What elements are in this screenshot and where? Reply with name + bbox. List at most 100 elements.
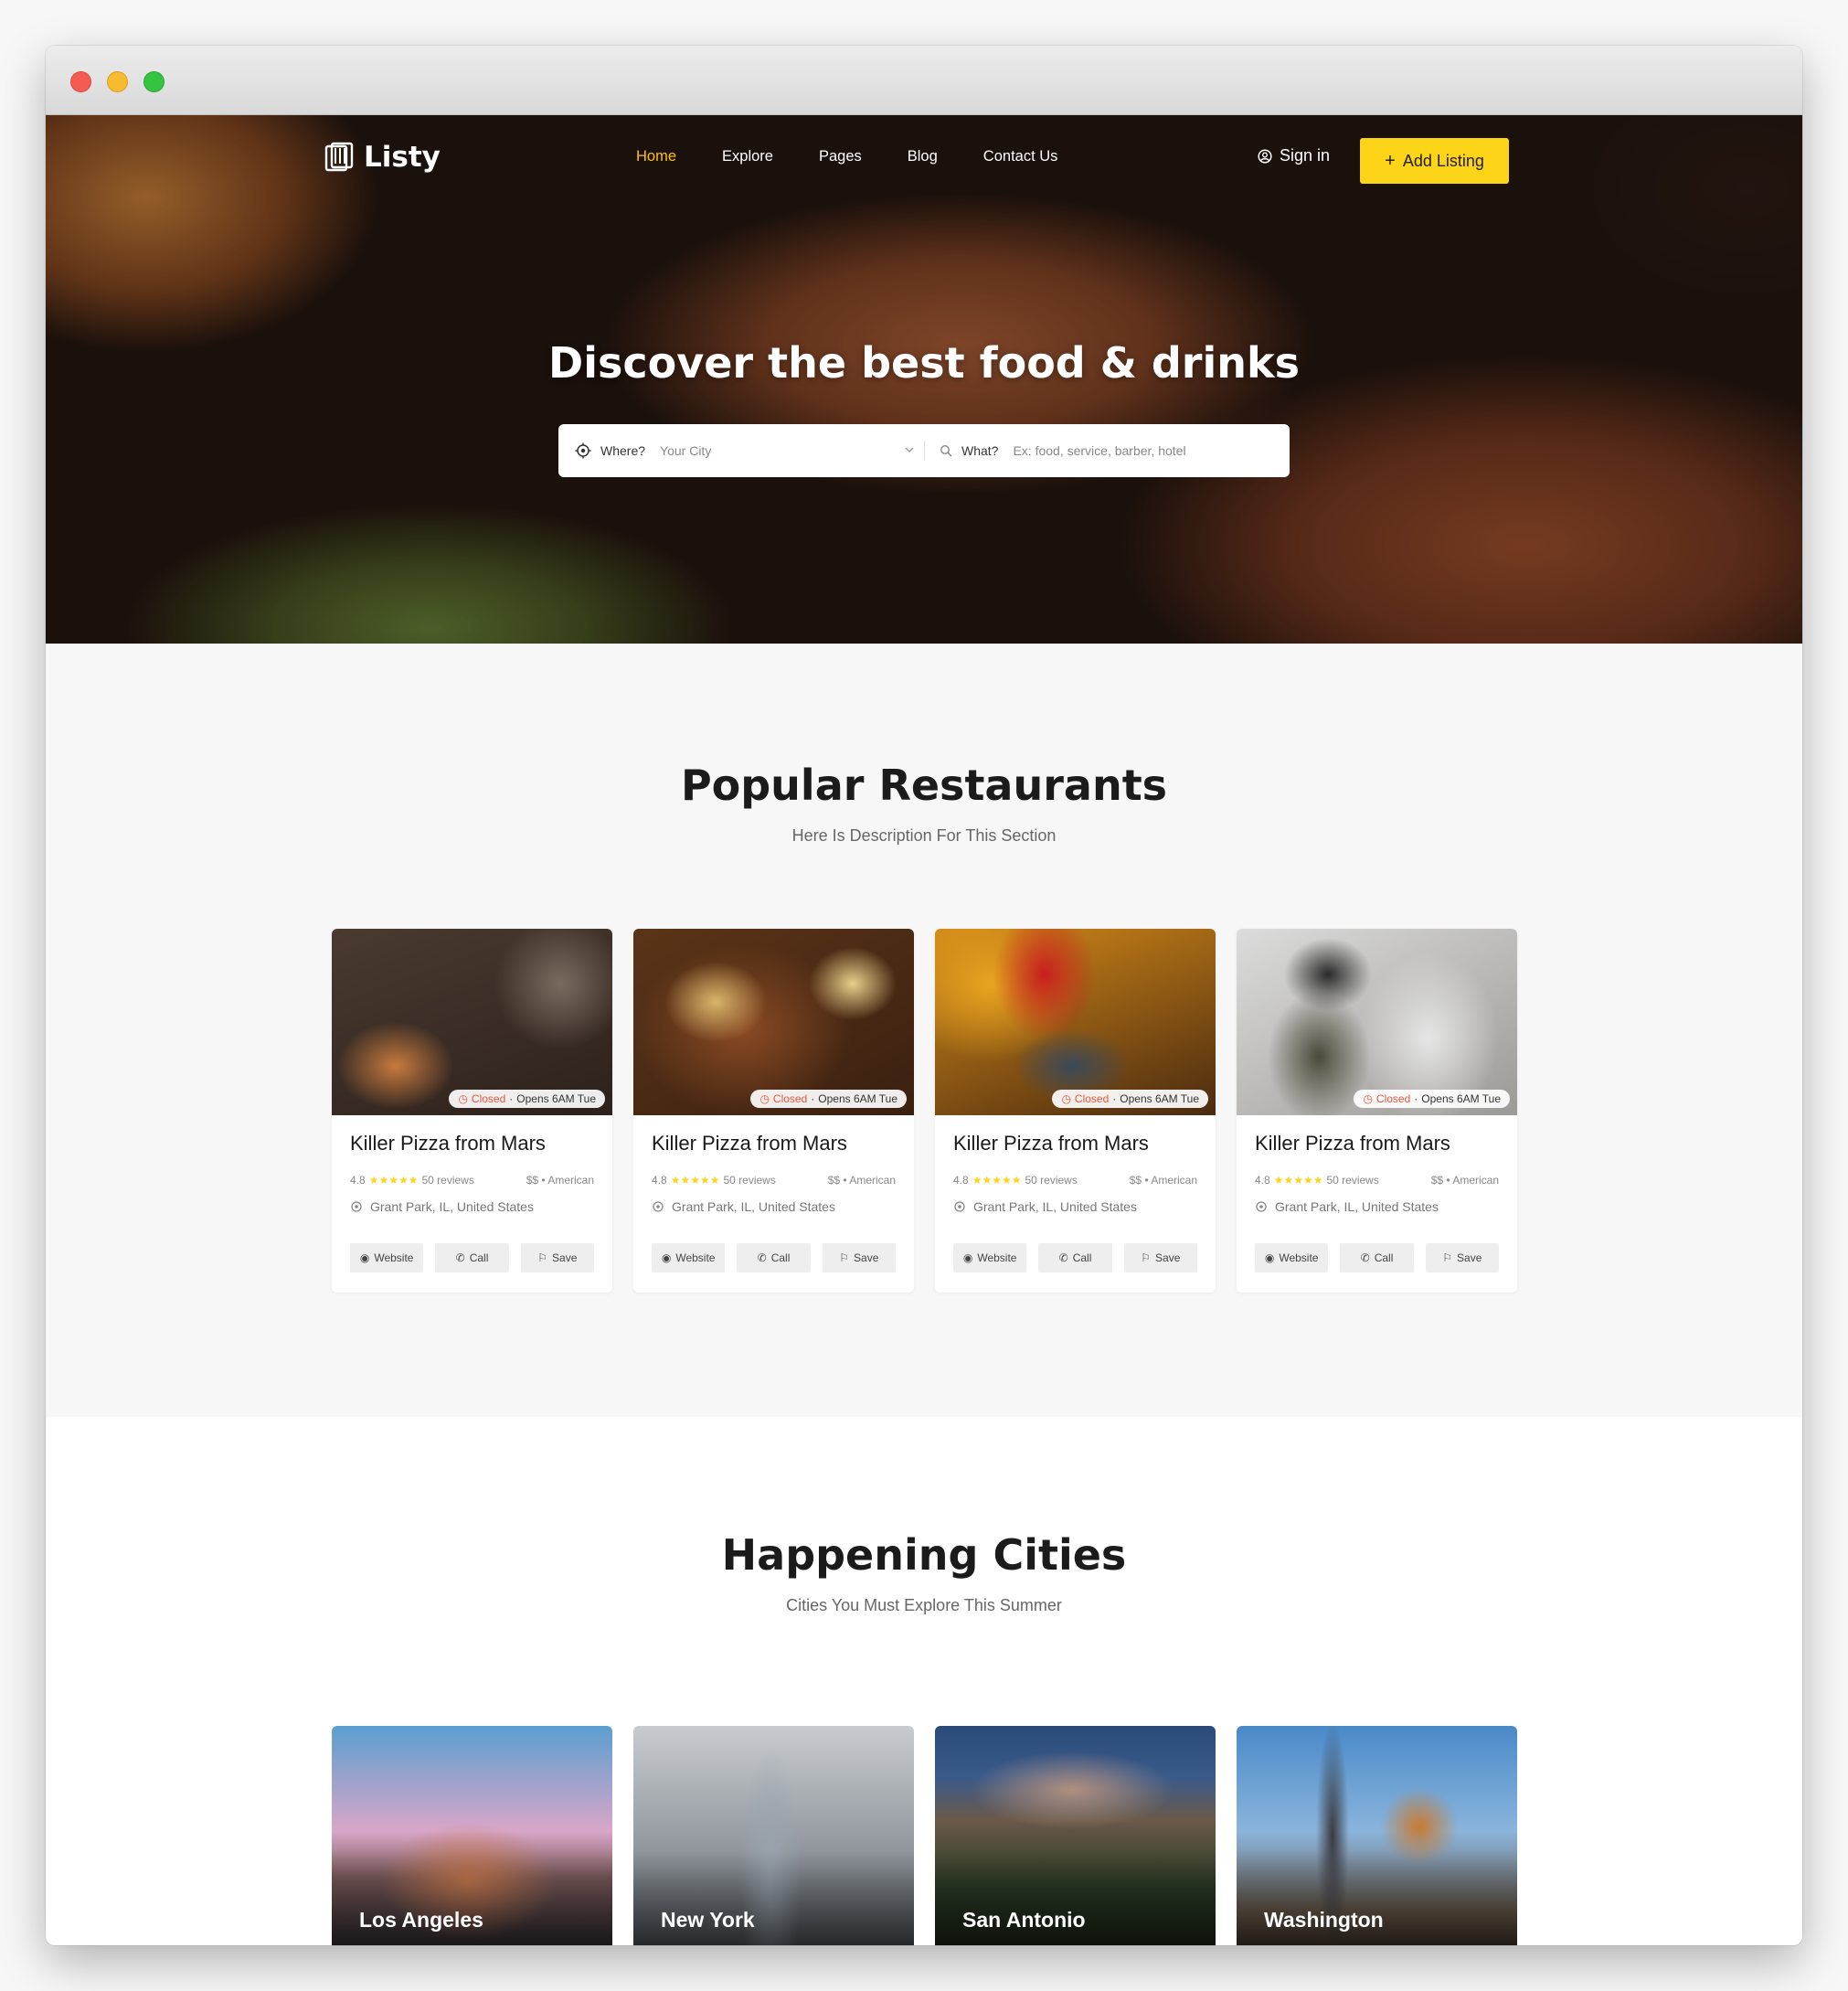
user-circle-icon — [1258, 148, 1272, 164]
chevron-down-icon[interactable] — [904, 444, 915, 455]
bookmark-icon: ⚐ — [1442, 1251, 1453, 1264]
nav-home[interactable]: Home — [636, 148, 676, 165]
clock-icon: ◷ — [1363, 1092, 1373, 1105]
where-field[interactable]: Where? Your City — [558, 424, 924, 477]
city-card[interactable]: Washington — [1237, 1726, 1517, 1945]
nav-explore[interactable]: Explore — [722, 148, 773, 165]
bookmark-icon: ⚐ — [537, 1251, 548, 1264]
website-button[interactable]: ◉ Website — [350, 1243, 424, 1272]
card-actions: ◉ Website ✆ Call ⚐ Save — [350, 1243, 594, 1272]
add-listing-label: Add Listing — [1402, 151, 1484, 170]
rating: 4.8 ★★★★★ 50 reviews — [652, 1174, 776, 1187]
restaurant-location: Grant Park, IL, United States — [350, 1199, 534, 1214]
restaurant-name[interactable]: Killer Pizza from Mars — [350, 1132, 546, 1155]
city-name: Los Angeles — [359, 1908, 483, 1932]
save-button[interactable]: ⚐ Save — [520, 1243, 594, 1272]
price-cuisine: $$ • American — [1430, 1174, 1499, 1187]
hero-title: Discover the best food & drinks — [548, 338, 1300, 388]
phone-icon: ✆ — [1360, 1251, 1370, 1264]
main-menu: Home Explore Pages Blog Contact Us — [636, 148, 1057, 165]
globe-icon: ◉ — [661, 1251, 672, 1264]
restaurant-meta: 4.8 ★★★★★ 50 reviews $$ • American — [652, 1174, 896, 1187]
rating: 4.8 ★★★★★ 50 reviews — [350, 1174, 474, 1187]
popular-restaurants-section: Popular Restaurants Here Is Description … — [46, 644, 1802, 1417]
restaurant-image: ◷ Closed · Opens 6AM Tue — [633, 929, 914, 1115]
section-description: Here Is Description For This Section — [791, 826, 1057, 845]
window-titlebar — [46, 46, 1802, 115]
restaurant-card[interactable]: ◷ Closed · Opens 6AM Tue Killer Pizza fro… — [1237, 929, 1517, 1293]
location-target-icon — [1256, 1201, 1267, 1212]
what-field[interactable]: What? Ex: food, service, barber, hotel — [925, 424, 1290, 477]
restaurant-name[interactable]: Killer Pizza from Mars — [953, 1132, 1149, 1155]
card-actions: ◉ Website ✆ Call ⚐ Save — [652, 1243, 896, 1272]
restaurant-location: Grant Park, IL, United States — [1255, 1199, 1439, 1214]
rating: 4.8 ★★★★★ 50 reviews — [953, 1174, 1078, 1187]
status-badge: ◷ Closed · Opens 6AM Tue — [449, 1090, 605, 1108]
hero-section: Listy Home Explore Pages Blog Contact Us… — [46, 115, 1802, 644]
brand-name: Listy — [364, 141, 441, 174]
top-navigation: Listy Home Explore Pages Blog Contact Us… — [46, 115, 1802, 207]
save-button[interactable]: ⚐ Save — [1425, 1243, 1499, 1272]
city-card[interactable]: New York — [633, 1726, 914, 1945]
restaurant-card[interactable]: ◷ Closed · Opens 6AM Tue Killer Pizza fro… — [332, 929, 612, 1293]
search-icon — [940, 444, 952, 457]
search-bar: Where? Your City What? Ex: food, service… — [558, 424, 1290, 477]
brand-logo[interactable]: Listy — [324, 141, 441, 174]
clock-icon: ◷ — [1061, 1092, 1071, 1105]
where-label: Where? — [600, 443, 646, 458]
price-cuisine: $$ • American — [827, 1174, 896, 1187]
restaurant-image: ◷ Closed · Opens 6AM Tue — [935, 929, 1216, 1115]
sign-in-link[interactable]: Sign in — [1258, 146, 1330, 165]
website-button[interactable]: ◉ Website — [1255, 1243, 1329, 1272]
city-name: New York — [661, 1908, 755, 1932]
location-target-icon — [351, 1201, 362, 1212]
restaurant-meta: 4.8 ★★★★★ 50 reviews $$ • American — [1255, 1174, 1499, 1187]
price-cuisine: $$ • American — [1129, 1174, 1197, 1187]
location-target-icon — [653, 1201, 664, 1212]
sign-in-label: Sign in — [1280, 146, 1331, 165]
price-cuisine: $$ • American — [526, 1174, 594, 1187]
status-badge: ◷ Closed · Opens 6AM Tue — [1354, 1090, 1510, 1108]
globe-icon: ◉ — [359, 1251, 370, 1264]
card-actions: ◉ Website ✆ Call ⚐ Save — [953, 1243, 1197, 1272]
restaurant-meta: 4.8 ★★★★★ 50 reviews $$ • American — [350, 1174, 594, 1187]
save-button[interactable]: ⚐ Save — [822, 1243, 896, 1272]
nav-contact-us[interactable]: Contact Us — [983, 148, 1058, 165]
restaurant-card[interactable]: ◷ Closed · Opens 6AM Tue Killer Pizza fro… — [935, 929, 1216, 1293]
clock-icon: ◷ — [458, 1092, 468, 1105]
star-rating-icon: ★★★★★ — [670, 1174, 720, 1187]
browser-window: Listy Home Explore Pages Blog Contact Us… — [46, 46, 1802, 1945]
restaurant-card[interactable]: ◷ Closed · Opens 6AM Tue Killer Pizza fro… — [633, 929, 914, 1293]
city-card[interactable]: Los Angeles — [332, 1726, 612, 1945]
listing-book-icon — [324, 142, 354, 172]
city-card[interactable]: San Antonio — [935, 1726, 1216, 1945]
nav-pages[interactable]: Pages — [819, 148, 862, 165]
restaurant-name[interactable]: Killer Pizza from Mars — [652, 1132, 847, 1155]
restaurant-image: ◷ Closed · Opens 6AM Tue — [332, 929, 612, 1115]
globe-icon: ◉ — [1264, 1251, 1275, 1264]
website-button[interactable]: ◉ Website — [652, 1243, 726, 1272]
what-label: What? — [961, 443, 999, 458]
city-name: San Antonio — [962, 1908, 1086, 1932]
call-button[interactable]: ✆ Call — [1038, 1243, 1112, 1272]
nav-blog[interactable]: Blog — [908, 148, 938, 165]
save-button[interactable]: ⚐ Save — [1123, 1243, 1197, 1272]
website-button[interactable]: ◉ Website — [953, 1243, 1027, 1272]
restaurant-name[interactable]: Killer Pizza from Mars — [1255, 1132, 1450, 1155]
restaurant-image: ◷ Closed · Opens 6AM Tue — [1237, 929, 1517, 1115]
restaurant-location: Grant Park, IL, United States — [953, 1199, 1137, 1214]
maximize-window-button[interactable] — [143, 71, 165, 92]
status-badge: ◷ Closed · Opens 6AM Tue — [750, 1090, 907, 1108]
call-button[interactable]: ✆ Call — [737, 1243, 811, 1272]
section-title: Popular Restaurants — [680, 761, 1168, 810]
section-description: Cities You Must Explore This Summer — [786, 1596, 1062, 1614]
add-listing-button[interactable]: + Add Listing — [1360, 138, 1509, 184]
restaurant-location: Grant Park, IL, United States — [652, 1199, 835, 1214]
call-button[interactable]: ✆ Call — [435, 1243, 509, 1272]
phone-icon: ✆ — [1058, 1251, 1068, 1264]
star-rating-icon: ★★★★★ — [1273, 1174, 1323, 1187]
minimize-window-button[interactable] — [107, 71, 128, 92]
bookmark-icon: ⚐ — [1141, 1251, 1152, 1264]
call-button[interactable]: ✆ Call — [1340, 1243, 1414, 1272]
close-window-button[interactable] — [70, 71, 91, 92]
